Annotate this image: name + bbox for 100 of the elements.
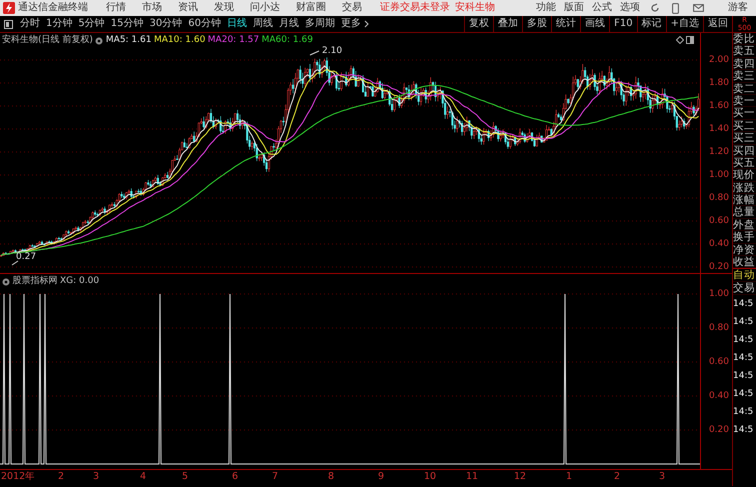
indicator-value: XG: 0.00: [60, 276, 100, 287]
menu-item[interactable]: 行情: [98, 0, 134, 16]
toolbar-button[interactable]: 复权: [464, 16, 494, 32]
app-logo-icon: [3, 2, 15, 14]
login-status: 证券交易未登录: [380, 0, 450, 15]
toolbar-button[interactable]: F10: [609, 16, 637, 32]
axis-label: 0.60: [708, 216, 729, 226]
menu-item[interactable]: 版面: [560, 0, 588, 16]
diamond-icon[interactable]: [676, 36, 684, 44]
period-tab[interactable]: 15分钟: [108, 16, 146, 32]
quote-label: 净资: [733, 244, 756, 256]
axis-label: 2: [614, 472, 620, 482]
axis-label: 12: [514, 472, 526, 482]
axis-label: 3: [93, 472, 100, 482]
quote-label: 换手: [733, 231, 756, 244]
settings-icon[interactable]: [2, 278, 10, 286]
chevron-icon: [364, 20, 369, 28]
axis-label: 4: [140, 472, 146, 482]
user-label[interactable]: 游客: [728, 0, 748, 16]
period-tab[interactable]: 5分钟: [75, 16, 108, 32]
indicator-title: 股票指标网: [12, 276, 58, 287]
toolbar-button[interactable]: 标记: [636, 16, 666, 32]
quote-label: 卖五: [733, 45, 756, 58]
quote-label: 买三: [733, 132, 756, 145]
leader-line: [310, 50, 320, 56]
quote-label: 委比: [733, 33, 756, 46]
period-tab[interactable]: 分时: [17, 16, 43, 32]
toolbar-button[interactable]: 返回: [703, 16, 732, 32]
menu-item[interactable]: 公式: [588, 0, 616, 16]
menu-item[interactable]: 交易: [334, 0, 370, 16]
trade-time: 14:5: [733, 388, 754, 401]
quote-label: 买四: [733, 144, 756, 157]
axis-label: 5: [182, 472, 188, 482]
period-tab[interactable]: 30分钟: [146, 16, 186, 32]
menu-item[interactable]: 发现: [206, 0, 242, 16]
stock-name: 安科生物: [455, 0, 495, 15]
ma-value: MA60: 1.69: [262, 35, 313, 46]
menu-item[interactable]: 问小达: [242, 0, 288, 16]
menu-item[interactable]: 资讯: [170, 0, 206, 16]
trade-time: 14:5: [733, 424, 754, 437]
panel-toggle-icon[interactable]: [686, 36, 694, 44]
axis-label: 0.80: [708, 323, 729, 333]
axis-label: 0.20: [708, 262, 729, 272]
ma-value: MA20: 1.57: [208, 35, 260, 46]
axis-label: 2012年: [1, 472, 36, 482]
trade-time: 14:5: [733, 316, 754, 329]
axis-label: 0.40: [708, 239, 729, 249]
mail-icon[interactable]: [693, 4, 704, 12]
menu-item[interactable]: 选项: [616, 0, 644, 16]
quote-label: 买二: [733, 120, 756, 132]
period-tab[interactable]: 1分钟: [43, 16, 76, 32]
period-tab[interactable]: 60分钟: [185, 16, 224, 32]
axis-label: 1.80: [708, 78, 729, 88]
period-tab[interactable]: 更多: [338, 16, 364, 32]
low-price-label: 0.27: [16, 251, 36, 264]
axis-label: 3: [659, 472, 666, 482]
trade-time: 14:5: [733, 370, 754, 383]
quote-label: 外盘: [733, 218, 756, 232]
leader-line: [12, 260, 18, 266]
quote-label: 卖一: [733, 94, 756, 108]
menu-item[interactable]: 财富圈: [288, 0, 334, 16]
trade-title: 交易: [733, 282, 756, 295]
quote-label: 总量: [733, 206, 756, 219]
phone-icon[interactable]: [672, 2, 679, 14]
trade-time: 14:5: [733, 406, 754, 419]
high-price-label: 2.10: [322, 47, 342, 56]
ma-value: MA10: 1.60: [154, 35, 206, 46]
toolbar-button[interactable]: 统计: [551, 16, 580, 32]
axis-label: 11: [466, 472, 478, 482]
trade-time: 14:5: [733, 352, 754, 365]
panel-toggle-icon[interactable]: [4, 20, 13, 28]
axis-label: 0.60: [708, 357, 729, 367]
toolbar-button[interactable]: 画线: [580, 16, 610, 32]
menu-item[interactable]: 功能: [532, 0, 560, 16]
period-tab[interactable]: 日线: [224, 16, 250, 32]
period-tab[interactable]: 月线: [276, 16, 302, 32]
quote-label: 买一: [733, 107, 756, 120]
ma-value: MA5: 1.61: [106, 35, 152, 46]
refresh-icon[interactable]: [650, 3, 660, 13]
axis-label: 0.80: [708, 193, 729, 203]
trade-mode-label: 自动: [733, 268, 756, 282]
axis-label: 10: [424, 472, 436, 482]
period-tab[interactable]: 周线: [250, 16, 276, 32]
quote-label: 卖四: [733, 58, 756, 70]
menu-item[interactable]: 市场: [134, 0, 170, 16]
axis-label: 1.00: [708, 170, 729, 180]
axis-label: 6: [232, 472, 238, 482]
axis-label: 2: [58, 472, 64, 482]
axis-label: 1.60: [708, 101, 729, 111]
trade-time: 14:5: [733, 334, 754, 347]
quote-label: 收益: [733, 256, 756, 268]
period-tab[interactable]: 多周期: [302, 16, 338, 32]
toolbar-button[interactable]: +自选: [666, 16, 703, 32]
toolbar-button[interactable]: 多股: [522, 16, 552, 32]
axis-label: 7: [272, 472, 278, 482]
settings-icon[interactable]: [95, 36, 104, 44]
toolbar-button[interactable]: 叠加: [493, 16, 522, 32]
axis-label: 1: [566, 472, 572, 482]
axis-label: 0.40: [708, 391, 729, 401]
quote-label: 现价: [733, 169, 756, 182]
